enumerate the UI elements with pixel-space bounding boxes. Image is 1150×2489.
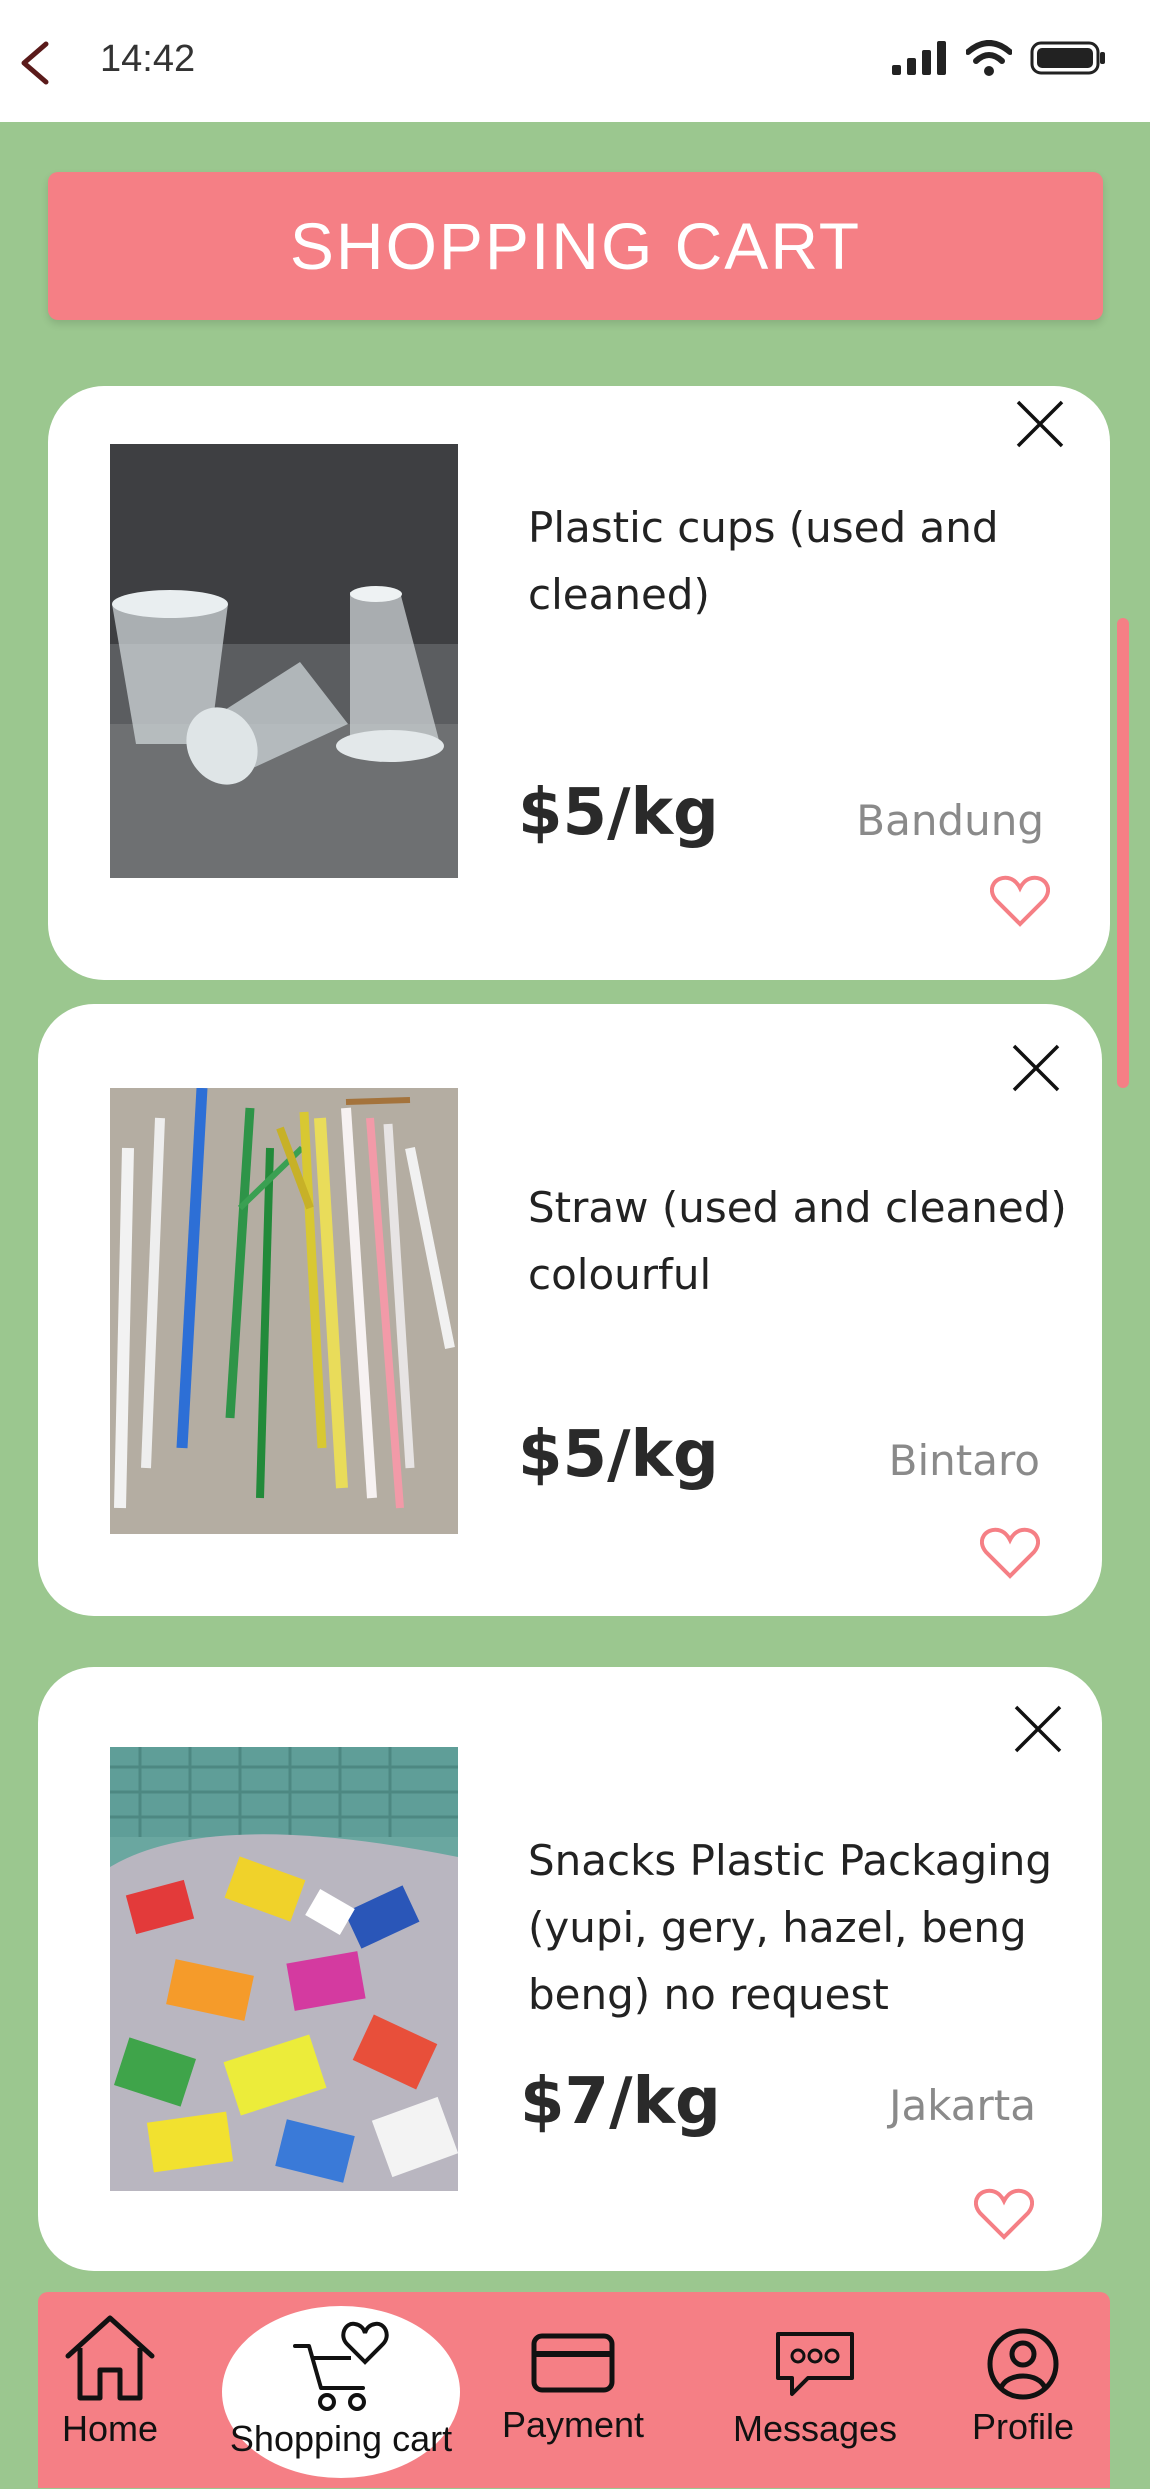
nav-payment[interactable]: Payment [498,2326,648,2446]
product-location: Bintaro [888,1436,1040,1485]
chat-bubble-icon [776,2332,854,2396]
bottom-nav: Home Shopping cart Payment Messages Prof… [38,2292,1110,2488]
product-location: Bandung [856,796,1044,845]
nav-home[interactable]: Home [58,2312,162,2450]
cart-item-card[interactable]: Snacks Plastic Packaging (yupi, gery, ha… [38,1667,1102,2271]
credit-card-icon [531,2333,615,2393]
remove-item-close-icon[interactable] [1012,396,1068,452]
product-price: $7/kg [520,2065,721,2139]
nav-profile[interactable]: Profile [968,2326,1078,2448]
wifi-icon [966,40,1012,76]
remove-item-close-icon[interactable] [1008,1040,1064,1096]
product-price: $5/kg [518,776,719,850]
signal-icon [892,41,946,75]
snack-packaging-image [110,1747,458,2191]
scrollbar[interactable] [1117,618,1129,1088]
favorite-heart-icon[interactable] [979,1526,1041,1580]
back-arrow-icon[interactable] [14,36,58,90]
nav-shopping-cart[interactable]: Shopping cart [222,2306,460,2478]
cart-item-card[interactable]: Straw (used and cleaned) colourful $5/kg… [38,1004,1102,1616]
favorite-heart-icon[interactable] [989,874,1051,928]
product-price: $5/kg [518,1418,719,1492]
nav-messages-label: Messages [732,2408,898,2449]
product-name: Plastic cups (used and cleaned) [528,503,999,619]
product-location: Jakarta [889,2081,1036,2130]
nav-payment-label: Payment [501,2404,645,2445]
remove-item-close-icon[interactable] [1010,1701,1066,1757]
status-bar: 14:42 [0,0,1150,122]
status-time: 14:42 [100,38,196,80]
shopping-cart-banner: SHOPPING CART [48,172,1103,320]
straws-image [110,1088,458,1534]
home-icon [65,2315,155,2401]
plastic-cups-image [110,444,458,878]
page-title: SHOPPING CART [289,209,862,283]
favorite-heart-icon[interactable] [973,2187,1035,2241]
product-name: Snacks Plastic Packaging (yupi, gery, ha… [528,1836,1053,2019]
nav-messages[interactable]: Messages [730,2326,900,2450]
nav-home-label: Home [61,2408,159,2449]
user-profile-icon [987,2328,1059,2400]
nav-profile-label: Profile [971,2406,1075,2447]
cart-item-card[interactable]: Plastic cups (used and cleaned) $5/kg Ba… [48,386,1110,980]
cart-heart-icon [293,2321,389,2411]
battery-icon [1030,41,1105,75]
nav-cart-label: Shopping cart [229,2418,453,2459]
status-icons [892,40,1106,76]
product-name: Straw (used and cleaned) colourful [528,1183,1067,1299]
